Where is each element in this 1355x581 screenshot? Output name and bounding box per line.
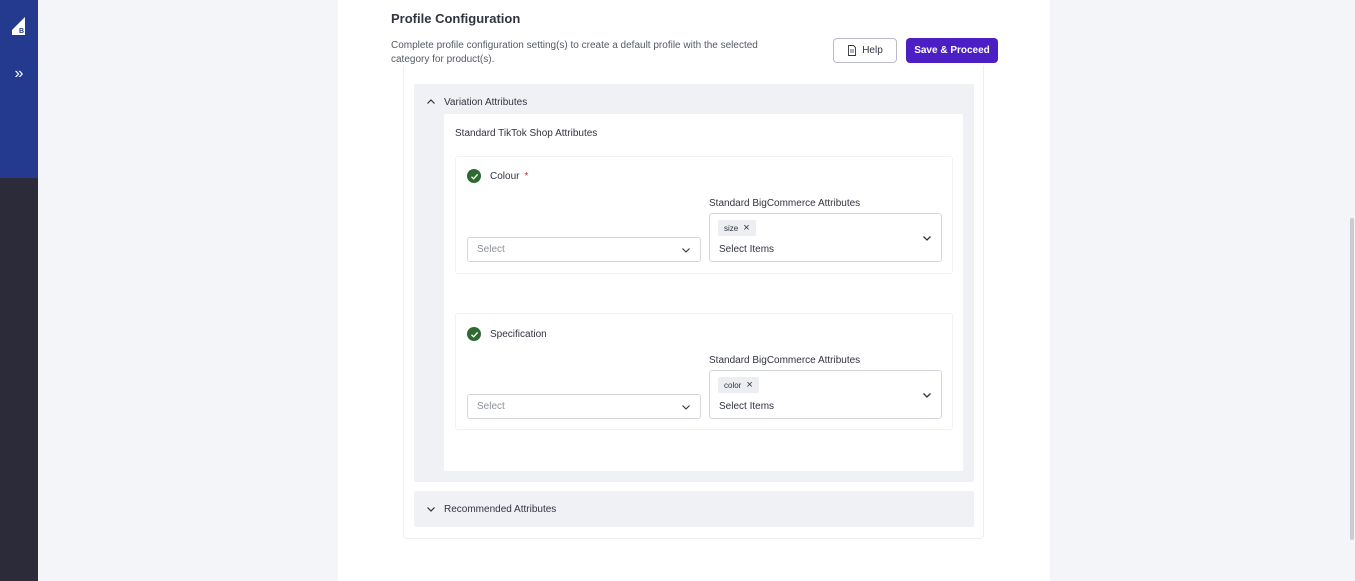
standard-tiktok-attributes-title: Standard TikTok Shop Attributes — [455, 128, 598, 139]
check-circle-icon — [467, 169, 481, 183]
select-placeholder: Select — [477, 401, 505, 412]
recommended-attributes-title: Recommended Attributes — [444, 503, 557, 515]
page-description: Complete profile configuration setting(s… — [391, 40, 758, 65]
remove-chip-icon[interactable]: × — [746, 380, 752, 391]
tiktok-attribute-select[interactable]: Select — [467, 394, 701, 419]
save-proceed-button[interactable]: Save & Proceed — [906, 38, 998, 63]
variation-attributes-accordion: Variation Attributes Standard TikTok Sho… — [414, 84, 974, 482]
page-margin-left — [38, 0, 338, 581]
page-scrollbar[interactable] — [1349, 0, 1355, 581]
attribute-header: Colour * — [467, 169, 528, 183]
chip-label: color — [724, 380, 742, 390]
selected-chip: color × — [718, 377, 759, 393]
variation-attributes-body: Standard TikTok Shop Attributes Colour *… — [444, 114, 963, 471]
sidebar: B » — [0, 0, 38, 581]
multiselect-placeholder: Select Items — [719, 401, 775, 412]
select-placeholder: Select — [477, 244, 505, 255]
document-icon — [848, 45, 857, 56]
bigcommerce-attributes-multiselect[interactable]: color × Select Items — [709, 370, 942, 419]
bigcommerce-attributes-label: Standard BigCommerce Attributes — [709, 355, 861, 366]
attribute-name: Colour — [490, 170, 520, 182]
chevron-down-icon — [682, 404, 690, 410]
page-margin-right — [1050, 0, 1355, 581]
help-label: Help — [862, 45, 883, 56]
page-title: Profile Configuration — [391, 11, 521, 26]
chevron-up-icon — [427, 99, 435, 104]
multiselect-placeholder: Select Items — [719, 244, 775, 255]
scrollbar-thumb[interactable] — [1350, 218, 1354, 540]
attribute-row-specification: Specification Select Standard BigCommerc… — [455, 313, 953, 430]
remove-chip-icon[interactable]: × — [743, 223, 749, 234]
chip-label: size — [724, 223, 739, 233]
expand-sidebar-icon[interactable]: » — [8, 63, 30, 85]
tiktok-attribute-select[interactable]: Select — [467, 237, 701, 262]
sidebar-top-panel: B » — [0, 0, 38, 178]
chevron-down-icon — [682, 247, 690, 253]
bigcommerce-logo-icon[interactable]: B — [10, 16, 28, 36]
chevron-down-icon — [427, 507, 435, 512]
attribute-row-colour: Colour * Select Standard BigCommerce Att… — [455, 156, 953, 274]
variation-attributes-title: Variation Attributes — [444, 96, 528, 108]
required-marker: * — [524, 170, 529, 182]
chevron-down-icon — [923, 393, 931, 398]
recommended-attributes-accordion[interactable]: Recommended Attributes — [414, 491, 974, 527]
selected-chip: size × — [718, 220, 756, 236]
bigcommerce-attributes-multiselect[interactable]: size × Select Items — [709, 213, 942, 262]
help-button[interactable]: Help — [833, 38, 897, 63]
svg-text:B: B — [19, 28, 24, 35]
attribute-header: Specification — [467, 327, 547, 341]
attribute-name: Specification — [490, 328, 547, 340]
check-circle-icon — [467, 327, 481, 341]
chevron-down-icon — [923, 236, 931, 241]
bigcommerce-attributes-label: Standard BigCommerce Attributes — [709, 198, 861, 209]
main-panel: Profile Configuration Complete profile c… — [338, 0, 1050, 581]
